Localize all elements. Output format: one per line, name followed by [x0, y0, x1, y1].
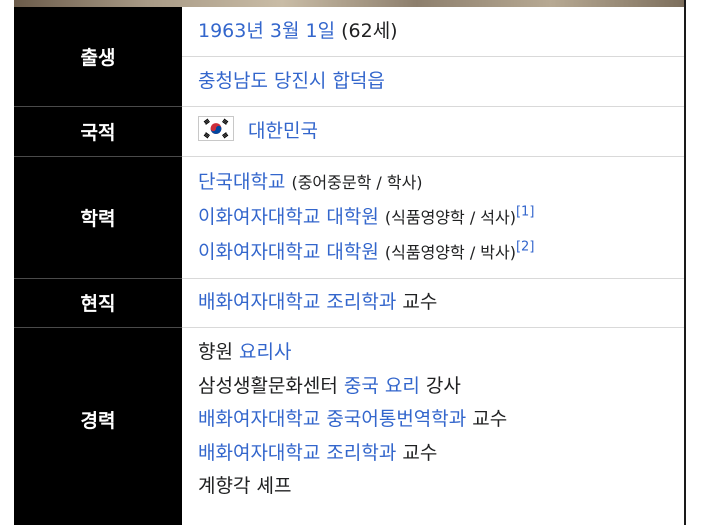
reference-link[interactable]: [2]: [516, 239, 534, 254]
career-link[interactable]: 배화여자대학교 중국어통번역학과: [198, 408, 466, 430]
header-nationality: 국적: [14, 105, 182, 156]
infobox-table: 출생 1963년 3월 1일 (62세) 충청남도 당진시 합덕읍 국적 대한민…: [14, 7, 684, 512]
header-current-position: 현직: [14, 277, 182, 327]
next-row-header-start: [14, 512, 182, 525]
education-detail: (식품영양학 / 박사): [384, 242, 516, 262]
header-career: 경력: [14, 326, 182, 512]
career-text: 향원: [198, 341, 239, 363]
birth-age: (62세): [341, 19, 398, 42]
education-cell: 단국대학교 (중어중문학 / 학사) 이화여자대학교 대학원 (식품영양학 / …: [182, 155, 684, 278]
current-position-cell: 배화여자대학교 조리학과 교수: [182, 277, 684, 327]
career-text: 삼성생활문화센터: [198, 374, 344, 397]
education-school-link[interactable]: 단국대학교: [198, 171, 285, 193]
birth-place-cell: 충청남도 당진시 합덕읍: [182, 55, 684, 106]
career-link[interactable]: 중국 요리: [344, 375, 420, 397]
education-school-link[interactable]: 이화여자대학교 대학원: [198, 206, 379, 228]
row-current-position: 현직 배화여자대학교 조리학과 교수: [14, 277, 684, 327]
career-text: 강사: [419, 374, 461, 397]
career-link[interactable]: 요리사: [239, 341, 291, 363]
education-item: 이화여자대학교 대학원 (식품영양학 / 박사)[2]: [198, 235, 684, 270]
career-item: 삼성생활문화센터 중국 요리 강사: [198, 370, 684, 404]
education-school-link[interactable]: 이화여자대학교 대학원: [198, 241, 379, 263]
career-text: 교수: [466, 408, 508, 430]
nationality-link[interactable]: 대한민국: [248, 120, 318, 142]
education-detail: (중어중문학 / 학사): [291, 172, 423, 192]
current-position-org-link[interactable]: 배화여자대학교 조리학과: [198, 291, 396, 313]
career-item: 향원 요리사: [198, 336, 684, 370]
south-korea-flag-icon[interactable]: [198, 115, 234, 141]
portrait-photo-bottom-edge[interactable]: [14, 0, 685, 7]
row-birth-date: 출생 1963년 3월 1일 (62세): [14, 7, 684, 106]
row-education: 학력 단국대학교 (중어중문학 / 학사) 이화여자대학교 대학원 (식품영양학…: [14, 155, 684, 278]
header-birth: 출생: [14, 7, 182, 106]
career-cell: 향원 요리사 삼성생활문화센터 중국 요리 강사 배화여자대학교 중국어통번역학…: [182, 326, 684, 512]
row-career: 경력 향원 요리사 삼성생활문화센터 중국 요리 강사 배화여자대학교 중국어통…: [14, 326, 684, 512]
infobox-right-border: [684, 0, 686, 525]
career-item: 배화여자대학교 조리학과 교수: [198, 437, 684, 471]
career-link[interactable]: 배화여자대학교 조리학과: [198, 442, 396, 464]
infobox-frame: 출생 1963년 3월 1일 (62세) 충청남도 당진시 합덕읍 국적 대한민…: [0, 0, 701, 525]
current-position-role: 교수: [402, 291, 438, 313]
reference-link[interactable]: [1]: [516, 204, 534, 219]
education-item: 단국대학교 (중어중문학 / 학사): [198, 165, 684, 200]
header-education: 학력: [14, 155, 182, 278]
career-item: 배화여자대학교 중국어통번역학과 교수: [198, 403, 684, 437]
career-text: 계향각 셰프: [198, 475, 292, 497]
birth-place-link[interactable]: 충청남도 당진시 합덕읍: [198, 70, 385, 92]
career-item: 계향각 셰프: [198, 470, 684, 504]
birth-date-link[interactable]: 1963년 3월 1일: [198, 20, 335, 42]
career-text: 교수: [396, 441, 438, 464]
birth-date-cell: 1963년 3월 1일 (62세): [182, 7, 684, 56]
row-nationality: 국적 대한민국: [14, 105, 684, 156]
education-item: 이화여자대학교 대학원 (식품영양학 / 석사)[1]: [198, 200, 684, 235]
nationality-cell: 대한민국: [182, 105, 684, 156]
education-detail: (식품영양학 / 석사): [384, 207, 516, 227]
